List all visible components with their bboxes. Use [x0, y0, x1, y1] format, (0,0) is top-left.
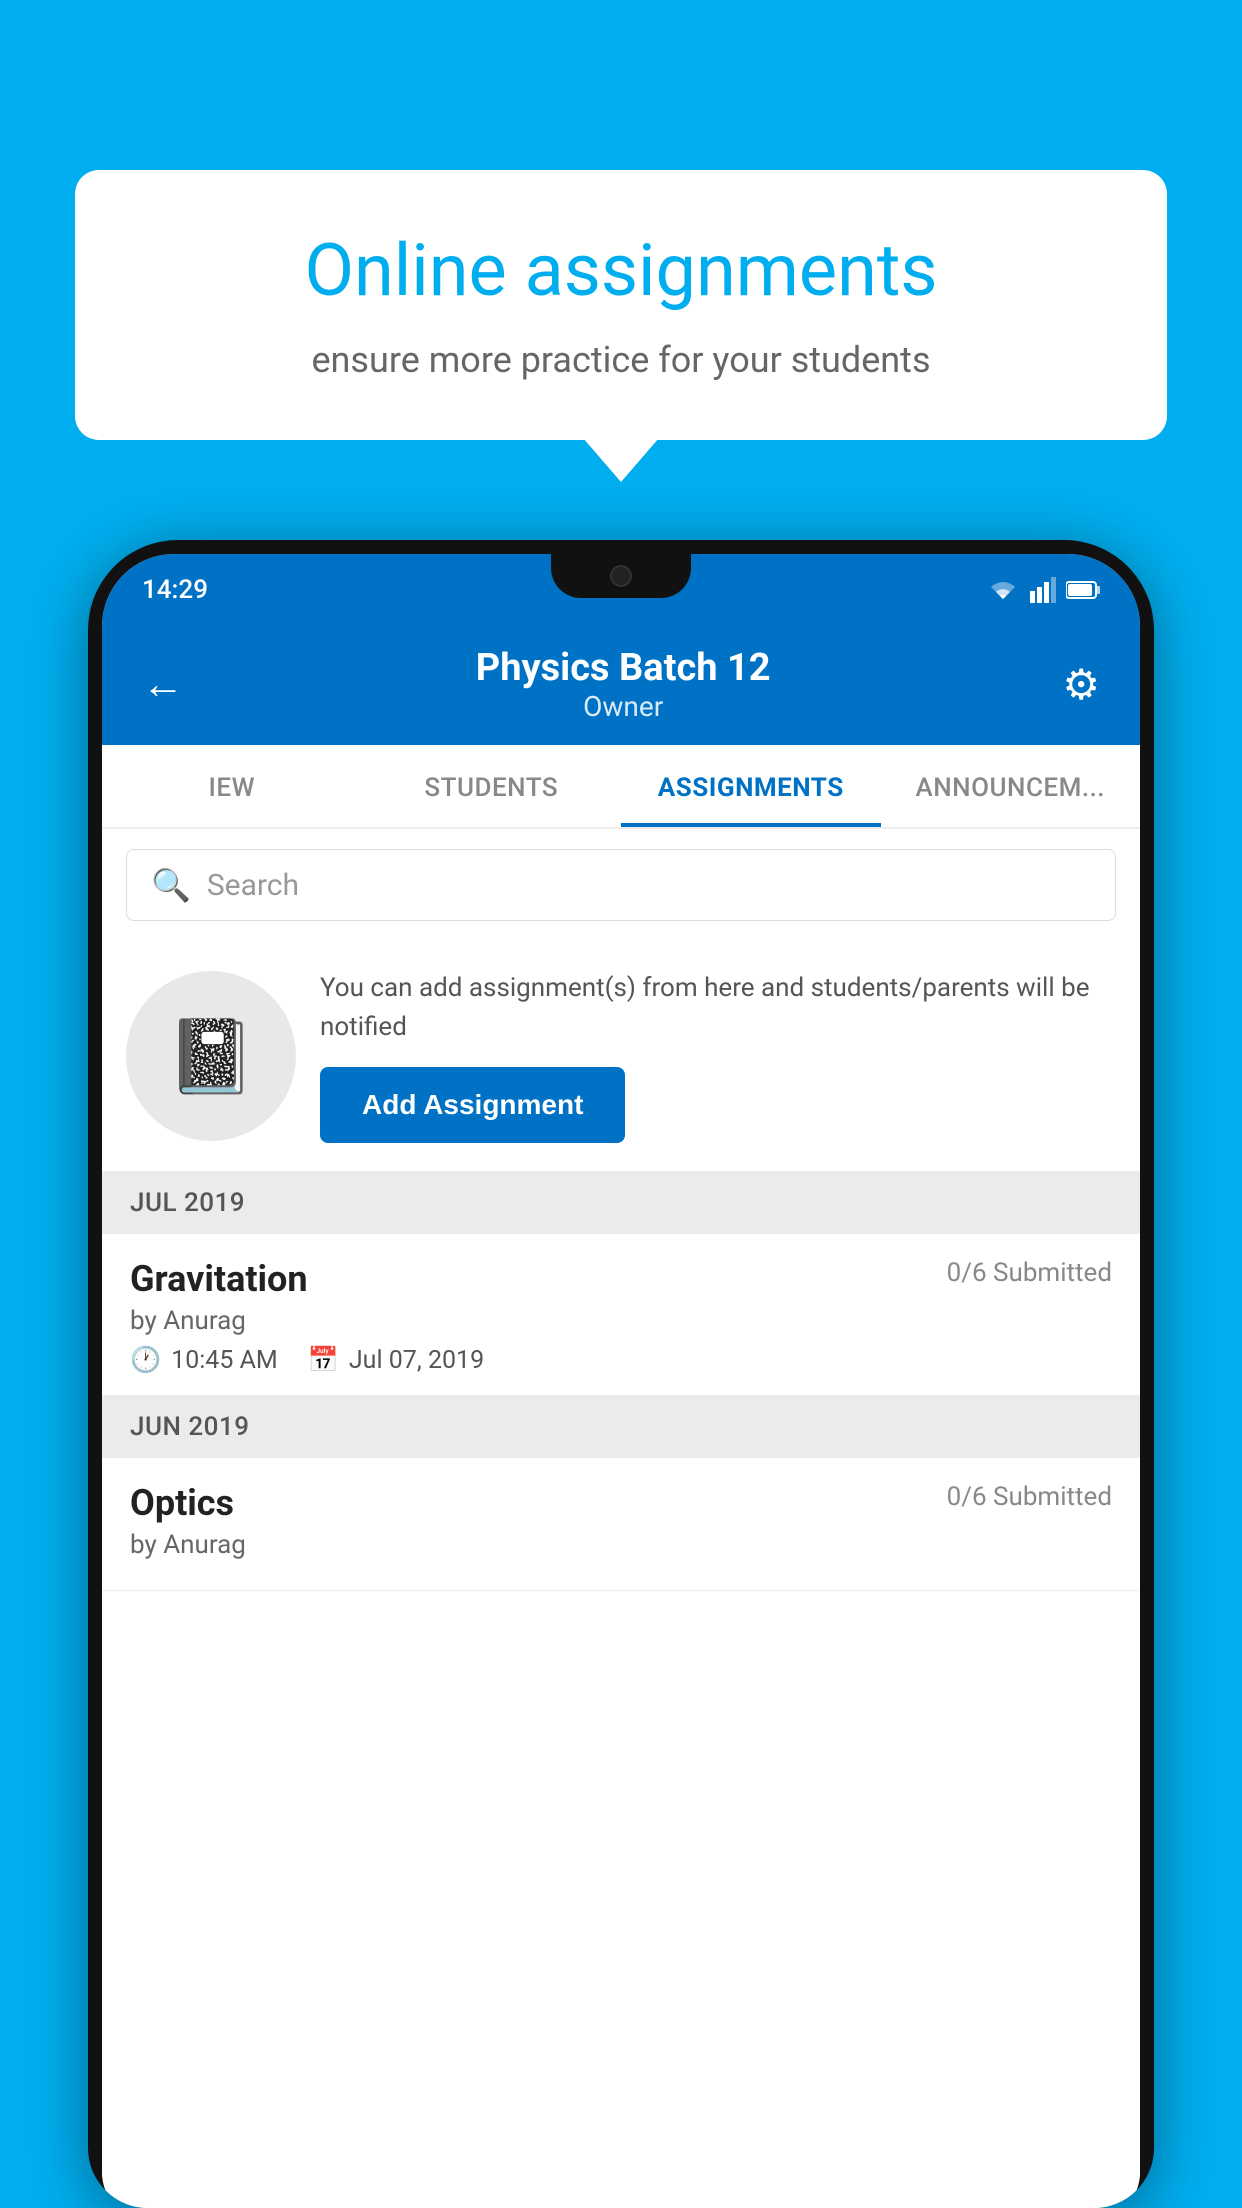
- tab-iew[interactable]: IEW: [102, 745, 362, 827]
- assignment-header-optics: Optics 0/6 Submitted: [130, 1482, 1112, 1524]
- header-center: Physics Batch 12 Owner: [476, 646, 771, 723]
- batch-title: Physics Batch 12: [476, 646, 771, 690]
- camera: [610, 565, 632, 587]
- search-container: 🔍 Search: [102, 829, 1140, 941]
- signal-icon: [1030, 577, 1056, 603]
- assignment-meta: 🕐 10:45 AM 📅 Jul 07, 2019: [130, 1346, 1112, 1375]
- phone-frame: 14:29: [88, 540, 1154, 2208]
- assignment-name-optics: Optics: [130, 1482, 234, 1524]
- notebook-icon: 📓: [166, 1014, 256, 1099]
- table-row[interactable]: Optics 0/6 Submitted by Anurag: [102, 1458, 1140, 1591]
- status-bar: 14:29: [102, 554, 1140, 626]
- battery-icon: [1066, 580, 1102, 600]
- assignment-submitted-optics: 0/6 Submitted: [947, 1482, 1112, 1512]
- search-input[interactable]: Search: [207, 868, 299, 903]
- add-assignment-description: You can add assignment(s) from here and …: [320, 969, 1112, 1047]
- status-icons: [986, 577, 1102, 603]
- batch-subtitle: Owner: [476, 690, 771, 723]
- notebook-circle: 📓: [126, 971, 296, 1141]
- clock-icon: 🕐: [130, 1346, 161, 1375]
- promo-card: Online assignments ensure more practice …: [75, 170, 1167, 440]
- assignment-date: 📅 Jul 07, 2019: [308, 1346, 484, 1375]
- assignment-name: Gravitation: [130, 1258, 308, 1300]
- add-assignment-right: You can add assignment(s) from here and …: [320, 969, 1112, 1143]
- app-header: ← Physics Batch 12 Owner ⚙: [102, 626, 1140, 745]
- status-time: 14:29: [142, 575, 208, 605]
- wifi-icon: [986, 577, 1020, 603]
- tab-students[interactable]: STUDENTS: [362, 745, 622, 827]
- promo-title: Online assignments: [145, 230, 1097, 313]
- table-row[interactable]: Gravitation 0/6 Submitted by Anurag 🕐 10…: [102, 1234, 1140, 1396]
- promo-subtitle: ensure more practice for your students: [145, 335, 1097, 385]
- settings-button[interactable]: ⚙: [1062, 660, 1100, 710]
- search-bar[interactable]: 🔍 Search: [126, 849, 1116, 921]
- assignment-submitted: 0/6 Submitted: [947, 1258, 1112, 1288]
- add-assignment-section: 📓 You can add assignment(s) from here an…: [102, 941, 1140, 1172]
- add-assignment-button[interactable]: Add Assignment: [320, 1067, 625, 1143]
- section-jul-2019: JUL 2019: [102, 1172, 1140, 1234]
- notch: [551, 554, 691, 598]
- search-icon: 🔍: [151, 866, 191, 904]
- back-button[interactable]: ←: [142, 660, 184, 709]
- assignment-by: by Anurag: [130, 1306, 1112, 1336]
- tabs-bar: IEW STUDENTS ASSIGNMENTS ANNOUNCEM...: [102, 745, 1140, 829]
- calendar-icon: 📅: [308, 1346, 339, 1375]
- assignment-time: 🕐 10:45 AM: [130, 1346, 278, 1375]
- assignment-header: Gravitation 0/6 Submitted: [130, 1258, 1112, 1300]
- tab-announcements[interactable]: ANNOUNCEM...: [881, 745, 1141, 827]
- section-jun-2019: JUN 2019: [102, 1396, 1140, 1458]
- phone-inner: 14:29: [102, 554, 1140, 2208]
- tab-assignments[interactable]: ASSIGNMENTS: [621, 745, 881, 827]
- phone-content: 🔍 Search 📓 You can add assignment(s) fro…: [102, 829, 1140, 2208]
- assignment-by-optics: by Anurag: [130, 1530, 1112, 1560]
